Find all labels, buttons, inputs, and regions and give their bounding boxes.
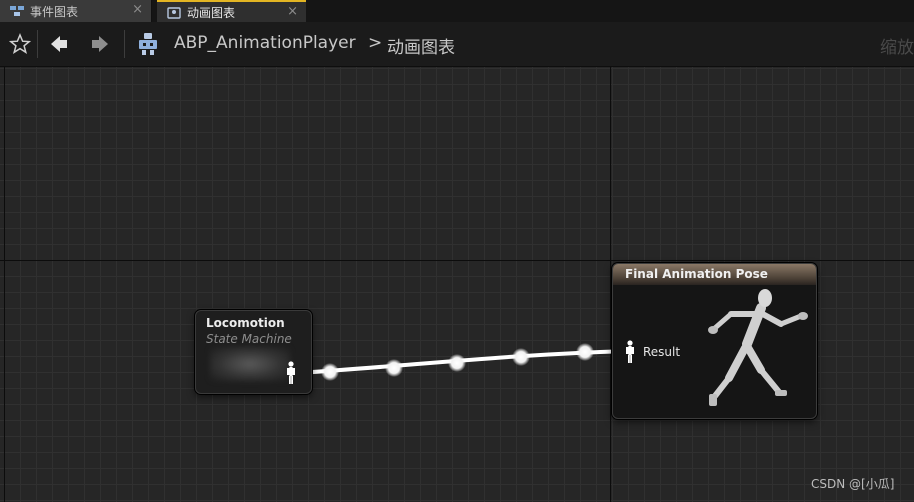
toolbar-divider <box>37 30 38 58</box>
close-icon[interactable]: × <box>132 3 143 17</box>
grid-major-line <box>4 67 5 502</box>
anim-graph-icon <box>167 6 181 19</box>
grid-major-line <box>0 260 914 261</box>
grid-major-line <box>610 67 611 502</box>
locomotion-state-machine-node[interactable]: Locomotion State Machine <box>195 310 312 394</box>
anim-graph-canvas[interactable]: Locomotion State Machine Final Animation… <box>0 67 914 502</box>
wire-bead <box>448 354 466 372</box>
node-preview <box>210 347 290 381</box>
robot-icon <box>139 33 157 55</box>
pose-input-pin-icon[interactable] <box>625 340 635 364</box>
result-pin-label: Result <box>643 345 681 359</box>
wire-bead <box>576 343 594 361</box>
running-mannequin-icon <box>708 289 808 406</box>
node-subtitle: State Machine <box>206 332 292 346</box>
final-animation-pose-node[interactable]: Final Animation Pose Result <box>612 263 817 419</box>
tab-event-graph[interactable]: 事件图表 × <box>0 0 152 22</box>
zoom-label: 缩放 <box>880 38 914 58</box>
close-icon[interactable]: × <box>287 5 298 19</box>
graph-toolbar: ABP_AnimationPlayer > 动画图表 缩放 <box>0 22 914 67</box>
node-title: Final Animation Pose <box>625 267 768 281</box>
breadcrumb-separator: > <box>368 33 383 53</box>
tab-label: 事件图表 <box>30 4 79 19</box>
wire-bead <box>385 359 403 377</box>
event-graph-icon <box>10 5 24 17</box>
breadcrumb-current[interactable]: 动画图表 <box>387 33 455 58</box>
tab-bar: 事件图表 × 动画图表 × <box>0 0 914 23</box>
anim-blueprint-button[interactable] <box>134 30 162 58</box>
pose-output-pin-icon[interactable] <box>286 361 296 385</box>
arrow-left-icon <box>51 36 67 52</box>
arrow-right-icon <box>92 36 108 52</box>
star-icon <box>9 33 31 54</box>
breadcrumb-root[interactable]: ABP_AnimationPlayer <box>174 33 356 53</box>
forward-button[interactable] <box>86 30 114 58</box>
tab-label: 动画图表 <box>187 6 236 20</box>
watermark: CSDN @[小瓜] <box>811 477 895 491</box>
node-header: Final Animation Pose <box>613 264 816 285</box>
favorite-star-button[interactable] <box>6 30 34 58</box>
node-title: Locomotion <box>206 316 285 330</box>
tab-anim-graph[interactable]: 动画图表 × <box>157 0 306 23</box>
back-button[interactable] <box>45 30 73 58</box>
wire-bead <box>321 363 339 381</box>
wire-bead <box>512 348 530 366</box>
toolbar-divider <box>124 30 125 58</box>
